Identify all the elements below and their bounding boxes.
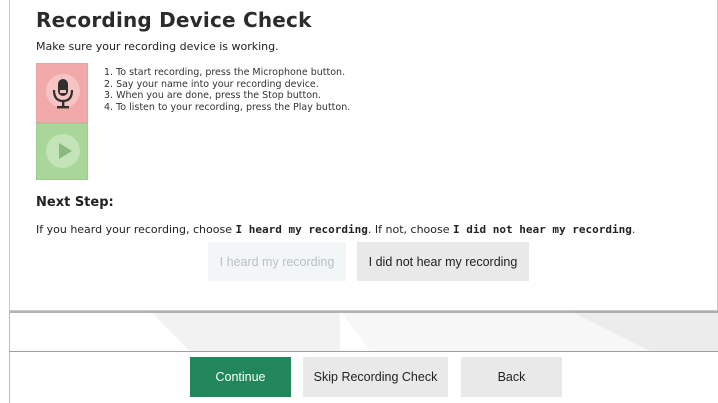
microphone-button[interactable] bbox=[36, 63, 88, 123]
back-button[interactable]: Back bbox=[461, 357, 562, 397]
skip-recording-check-button[interactable]: Skip Recording Check bbox=[303, 357, 448, 397]
next-step-heading: Next Step: bbox=[36, 195, 114, 210]
footer-decorative-band bbox=[10, 311, 718, 351]
instruction-item: 1. To start recording, press the Microph… bbox=[104, 67, 346, 78]
heard-recording-button[interactable]: I heard my recording bbox=[208, 242, 346, 281]
next-step-instructions: If you heard your recording, choose I he… bbox=[36, 223, 635, 236]
play-icon bbox=[59, 143, 72, 159]
page-subtitle: Make sure your recording device is worki… bbox=[36, 40, 279, 53]
footer-divider bbox=[9, 351, 718, 352]
play-button[interactable] bbox=[36, 123, 88, 180]
next-step-text: If you heard your recording, choose bbox=[36, 223, 236, 236]
instruction-item: 2. Say your name into your recording dev… bbox=[104, 78, 319, 90]
not-heard-emphasis: I did not hear my recording bbox=[453, 223, 632, 236]
instructions-list: 1. To start recording, press the Microph… bbox=[104, 67, 350, 113]
heard-emphasis: I heard my recording bbox=[235, 223, 368, 236]
continue-button[interactable]: Continue bbox=[190, 357, 291, 397]
next-step-text: . If not, choose bbox=[367, 223, 454, 236]
next-step-text: . bbox=[631, 223, 636, 236]
not-heard-recording-button[interactable]: I did not hear my recording bbox=[357, 242, 529, 281]
instruction-item: 3. When you are done, press the Stop but… bbox=[104, 90, 322, 101]
microphone-icon bbox=[52, 79, 74, 109]
instruction-item: 4. To listen to your recording, press th… bbox=[104, 101, 351, 113]
page-title: Recording Device Check bbox=[36, 8, 312, 32]
footer-decoration bbox=[10, 311, 718, 351]
